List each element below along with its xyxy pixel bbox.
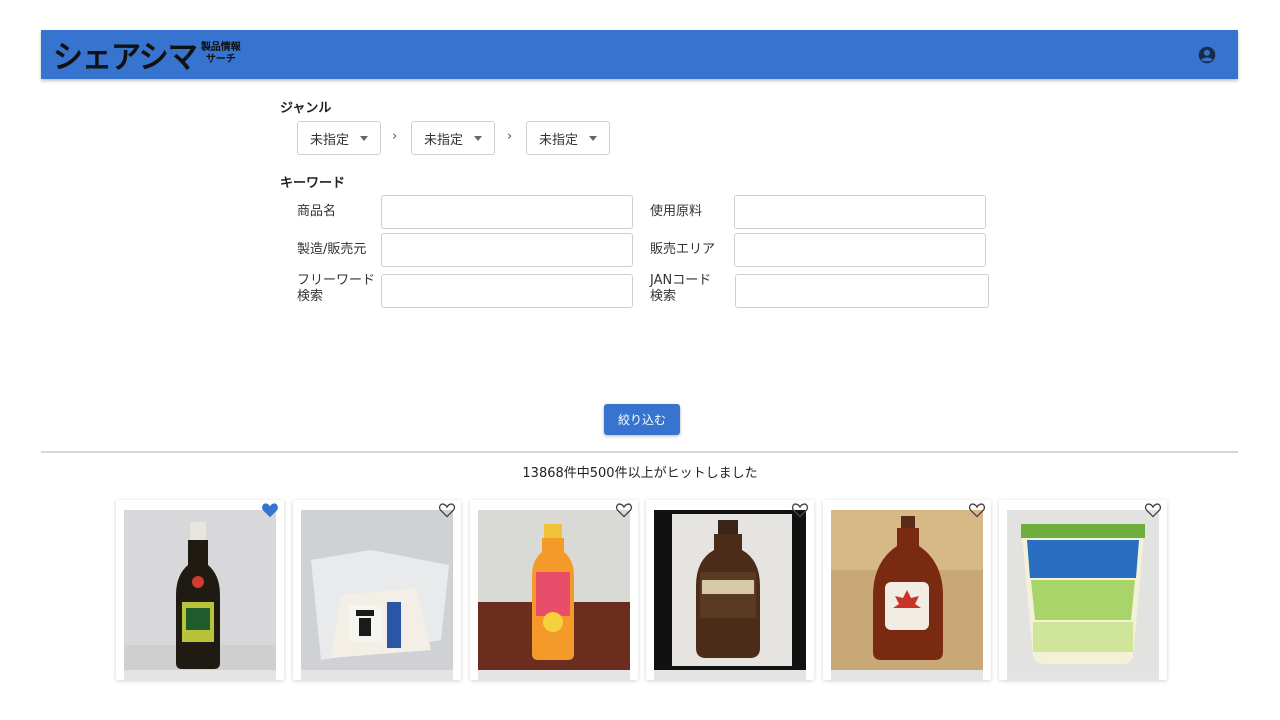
product-card-tofu[interactable] [293,500,461,680]
maker-label: 製造/販売元 [297,242,367,257]
sales-area-label: 販売エリア [650,242,716,257]
logo-subtitle-line1: 製品情報 [200,42,241,53]
free-word-label-line1: フリーワード [297,273,376,288]
account-circle-icon[interactable] [1198,46,1216,64]
product-image[interactable] [654,510,806,670]
card-footer [1007,670,1159,680]
caret-down-icon [360,136,368,141]
card-footer [124,670,276,680]
caret-down-icon [589,136,597,141]
free-word-label-line2: 検索 [297,289,324,304]
heart-outline-icon[interactable] [968,502,986,518]
app-bar: シェアシマ 製品情報 サーチ [41,30,1238,79]
product-name-label: 商品名 [297,204,337,219]
card-footer [654,670,806,680]
card-footer [831,670,983,680]
genre-select-3-value: 未指定 [539,132,579,148]
maker-input[interactable] [381,233,633,267]
chevron-right-icon: › [392,129,398,144]
card-footer [478,670,630,680]
genre-select-2-value: 未指定 [424,132,464,148]
jan-code-label-line2: 検索 [650,289,677,304]
ingredients-input[interactable] [734,195,986,229]
caret-down-icon [474,136,482,141]
product-card-fruit-punch[interactable] [470,500,638,680]
genre-select-2[interactable]: 未指定 [411,121,495,155]
logo-subtitle-line2: サーチ [205,54,236,65]
ingredients-label: 使用原料 [650,204,703,219]
logo[interactable]: シェアシマ 製品情報 サーチ [53,35,241,76]
product-image[interactable] [301,510,453,670]
product-image[interactable] [1007,510,1159,670]
product-image[interactable] [124,510,276,670]
results-divider [41,451,1238,453]
heart-outline-icon[interactable] [791,502,809,518]
product-card-maple-syrup[interactable] [823,500,991,680]
logo-subtitle: 製品情報 サーチ [201,42,241,66]
jan-code-label-line1: JANコード [650,273,712,288]
genre-select-1[interactable]: 未指定 [297,121,381,155]
jan-code-input[interactable] [735,274,989,308]
chevron-right-icon: › [507,129,513,144]
product-image[interactable] [478,510,630,670]
sales-area-input[interactable] [734,233,986,267]
heart-filled-icon[interactable] [261,502,279,518]
free-word-input[interactable] [381,274,633,308]
product-card-soy-sauce[interactable] [116,500,284,680]
genre-select-1-value: 未指定 [310,132,350,148]
heart-outline-icon[interactable] [438,502,456,518]
heart-outline-icon[interactable] [615,502,633,518]
card-footer [301,670,453,680]
product-card-bifix-yogurt[interactable] [999,500,1167,680]
genre-select-3[interactable]: 未指定 [526,121,610,155]
product-image[interactable] [831,510,983,670]
filter-button[interactable]: 絞り込む [604,404,680,435]
result-count: 13868件中500件以上がヒットしました [522,466,758,481]
keyword-label: キーワード [280,176,346,191]
product-card-hersheys-syrup[interactable] [646,500,814,680]
heart-outline-icon[interactable] [1144,502,1162,518]
product-name-input[interactable] [381,195,633,229]
free-word-label: フリーワード 検索 [297,273,375,305]
jan-code-label: JANコード 検索 [650,273,711,305]
genre-label: ジャンル [280,101,332,116]
logo-title: シェアシマ [53,39,198,77]
